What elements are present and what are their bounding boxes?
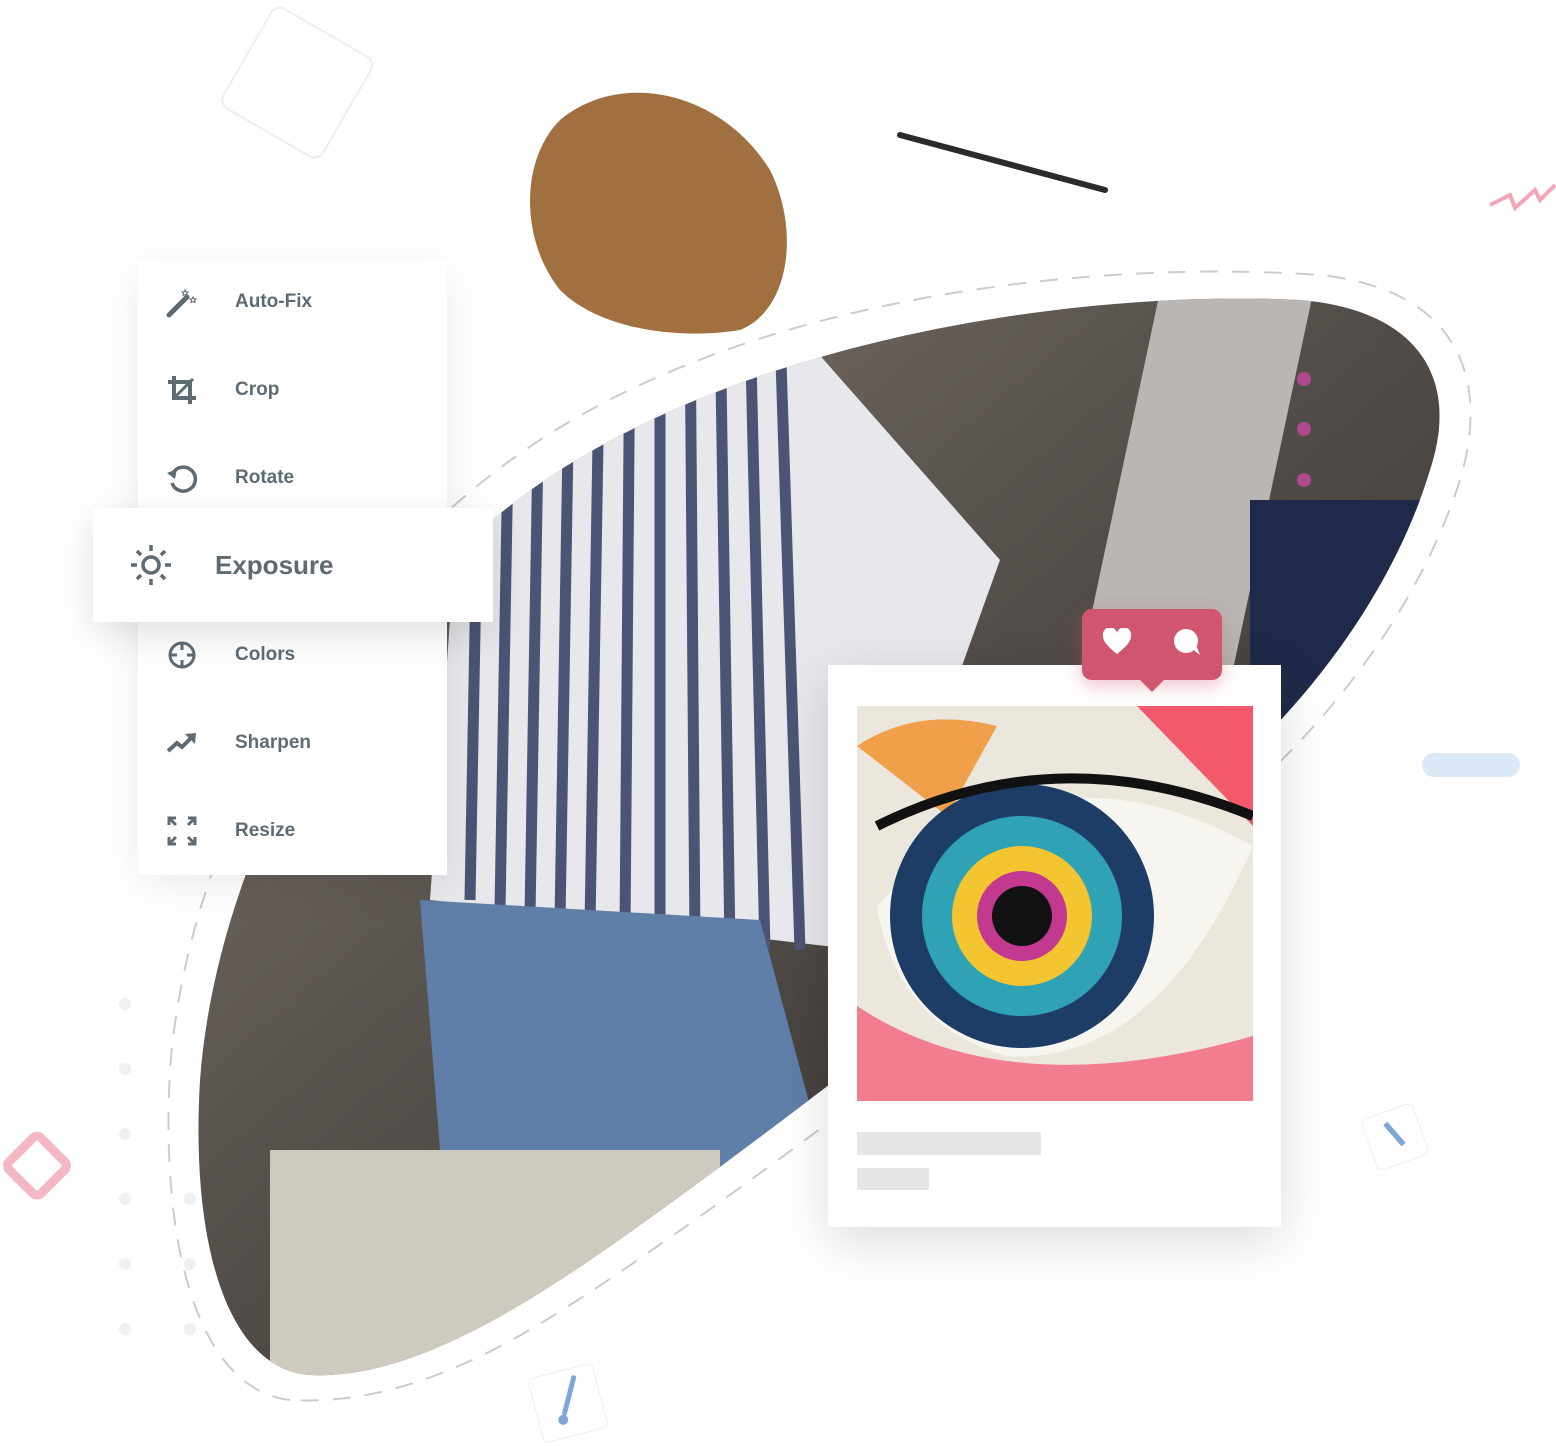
artist-head bbox=[530, 92, 787, 334]
menu-item-resize[interactable]: Resize bbox=[138, 801, 447, 861]
deco-brush-tile bbox=[528, 1363, 608, 1443]
crosshair-icon bbox=[164, 637, 200, 673]
menu-item-exposure[interactable]: Exposure bbox=[93, 508, 493, 622]
deco-zigzag bbox=[1489, 183, 1556, 212]
deco-blue-pill bbox=[1422, 753, 1520, 777]
paint-brush bbox=[897, 132, 1108, 193]
post-card bbox=[828, 665, 1281, 1227]
expand-icon bbox=[164, 813, 200, 849]
crop-icon bbox=[164, 372, 200, 408]
comment-icon[interactable] bbox=[1172, 627, 1202, 662]
menu-item-label: Resize bbox=[235, 820, 296, 841]
rotate-icon bbox=[164, 460, 200, 496]
menu-item-label: Auto-Fix bbox=[235, 291, 313, 312]
deco-grid-dots bbox=[119, 998, 196, 1335]
menu-item-rotate[interactable]: Rotate bbox=[138, 448, 447, 508]
menu-item-label: Exposure bbox=[215, 549, 334, 580]
trending-up-icon bbox=[164, 725, 200, 761]
menu-item-label: Colors bbox=[235, 644, 296, 665]
menu-item-crop[interactable]: Crop bbox=[138, 360, 447, 420]
menu-item-label: Sharpen bbox=[235, 732, 312, 753]
subtitle-placeholder bbox=[857, 1168, 929, 1190]
post-image[interactable] bbox=[857, 706, 1253, 1101]
heart-icon[interactable] bbox=[1102, 627, 1132, 661]
menu-item-label: Rotate bbox=[235, 467, 295, 488]
menu-item-sharpen[interactable]: Sharpen bbox=[138, 713, 447, 773]
menu-item-label: Crop bbox=[235, 379, 280, 400]
reactions-badge bbox=[1082, 609, 1222, 692]
menu-item-colors[interactable]: Colors bbox=[138, 625, 447, 685]
magic-wand-icon bbox=[164, 284, 200, 320]
deco-pencil-tile bbox=[1361, 1103, 1429, 1171]
menu-item-auto-fix[interactable]: Auto-Fix bbox=[138, 272, 447, 332]
sun-icon bbox=[127, 541, 175, 589]
deco-pink-diamond bbox=[3, 1131, 71, 1200]
deco-diamond-outline bbox=[221, 6, 374, 159]
title-placeholder bbox=[857, 1132, 1041, 1155]
